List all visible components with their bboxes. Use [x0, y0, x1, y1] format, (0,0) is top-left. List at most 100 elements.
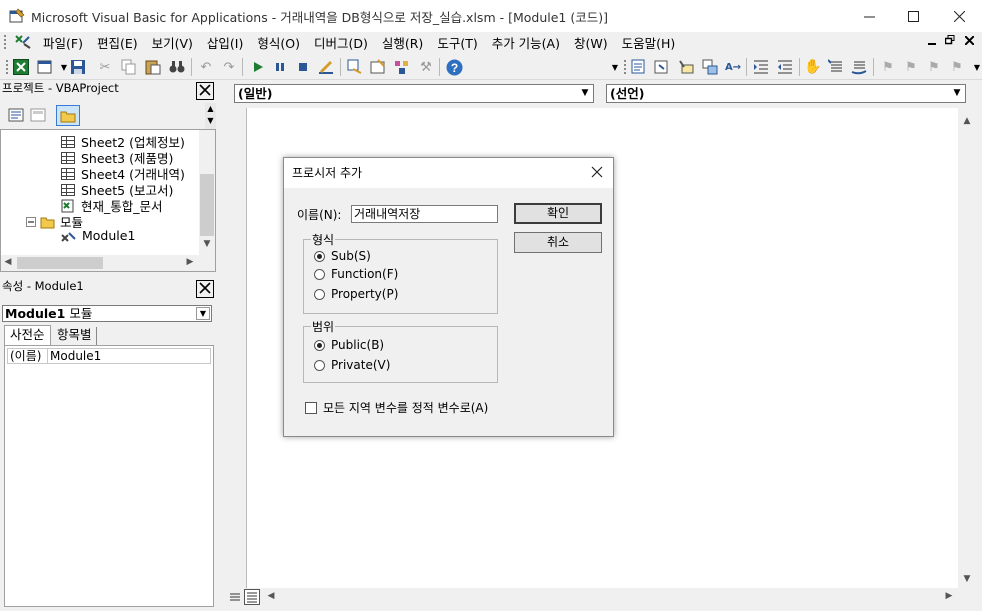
collapse-icon[interactable] [26, 216, 36, 227]
object-browser-icon[interactable] [393, 58, 411, 76]
radio-property[interactable]: Property(P) [314, 287, 398, 301]
code-vscrollbar[interactable]: ▲ ▼ [958, 112, 976, 588]
scroll-right-icon[interactable]: ▶ [942, 591, 956, 601]
outdent-icon[interactable] [776, 58, 794, 76]
properties-panel-close-button[interactable] [196, 280, 214, 298]
toggle-bookmark-icon[interactable]: ⚑ [879, 58, 897, 76]
tab-alphabetic[interactable]: 사전순 [4, 325, 51, 345]
excel-view-icon[interactable] [14, 34, 32, 50]
scroll-left-icon[interactable]: ◀ [1, 257, 15, 267]
code-hscrollbar[interactable]: ◀ ▶ [262, 589, 958, 605]
procedure-combo[interactable]: (선언) ▼ [606, 84, 966, 103]
break-icon[interactable] [271, 58, 289, 76]
project-tree-hscrollbar[interactable]: ◀ ▶ [1, 255, 215, 271]
mdi-minimize-button[interactable] [924, 34, 940, 50]
ok-button[interactable]: 확인 [514, 203, 602, 224]
static-variables-checkbox[interactable]: 모든 지역 변수를 정적 변수로(A) [305, 399, 488, 416]
procedure-view-icon[interactable] [228, 590, 242, 604]
object-combo[interactable]: (일반) ▼ [234, 84, 594, 103]
radio-private[interactable]: Private(V) [314, 358, 390, 372]
property-row[interactable]: (이름) Module1 [7, 348, 211, 364]
maximize-button[interactable] [890, 0, 936, 32]
paste-icon[interactable] [144, 58, 162, 76]
full-module-view-icon[interactable] [244, 589, 260, 605]
clear-bookmarks-icon[interactable]: ⚑ [948, 58, 966, 76]
procedure-name-input[interactable]: 거래내역저장 [351, 205, 498, 223]
chevron-down-icon[interactable]: ▼ [577, 85, 593, 102]
menu-view[interactable]: 보기(V) [145, 33, 200, 52]
dialog-close-button[interactable] [587, 163, 607, 183]
menu-format[interactable]: 형식(O) [250, 33, 307, 52]
menu-help[interactable]: 도움말(H) [615, 33, 683, 52]
menu-window[interactable]: 창(W) [567, 33, 615, 52]
quick-info-icon[interactable] [677, 58, 695, 76]
scroll-thumb[interactable] [200, 174, 214, 236]
radio-function[interactable]: Function(F) [314, 267, 398, 281]
mdi-restore-button[interactable] [942, 34, 958, 50]
tree-item-module1[interactable]: Module1 [61, 228, 135, 243]
menu-run[interactable]: 실행(R) [375, 33, 430, 52]
run-icon[interactable] [249, 58, 267, 76]
radio-public[interactable]: Public(B) [314, 338, 384, 352]
reset-icon[interactable] [294, 58, 312, 76]
tab-categorized[interactable]: 항목별 [53, 327, 97, 345]
menu-grip[interactable] [4, 35, 10, 49]
toolbar-options-icon[interactable]: ▼ [968, 58, 982, 76]
object-selector[interactable]: Module1 모듈 ▼ [2, 305, 212, 322]
undo-icon[interactable]: ↶ [197, 58, 215, 76]
comment-block-icon[interactable] [827, 58, 845, 76]
help-icon[interactable]: ? [445, 58, 463, 76]
design-mode-icon[interactable] [317, 58, 335, 76]
copy-icon[interactable] [120, 58, 138, 76]
indent-icon[interactable] [752, 58, 770, 76]
cancel-button[interactable]: 취소 [514, 232, 602, 253]
minimize-button[interactable] [846, 0, 892, 32]
project-explorer-icon[interactable] [346, 58, 364, 76]
scroll-right-icon[interactable]: ▶ [183, 257, 197, 267]
menu-bar: 파일(F) 편집(E) 보기(V) 삽입(I) 형식(O) 디버그(D) 실행(… [0, 32, 982, 52]
code-margin[interactable] [224, 108, 246, 588]
properties-window-icon[interactable] [369, 58, 387, 76]
list-properties-icon[interactable] [630, 58, 648, 76]
view-excel-icon[interactable] [12, 58, 30, 76]
close-window-button[interactable] [936, 0, 982, 32]
scroll-thumb[interactable] [17, 257, 103, 269]
redo-icon[interactable]: ↷ [220, 58, 238, 76]
project-toolbar-scroll[interactable]: ▲ ▼ [205, 103, 216, 129]
radio-label: Private(V) [331, 358, 391, 372]
complete-word-icon[interactable]: A→ [724, 58, 742, 76]
toolbar-options-icon[interactable]: ▼ [606, 58, 624, 76]
toolbox-icon[interactable]: ⚒ [417, 58, 435, 76]
next-bookmark-icon[interactable]: ⚑ [902, 58, 920, 76]
menu-file[interactable]: 파일(F) [36, 33, 90, 52]
find-icon[interactable] [168, 58, 186, 76]
project-panel-close-button[interactable] [196, 82, 214, 100]
save-icon[interactable] [69, 58, 87, 76]
tree-item-label: 현재_통합_문서 [81, 199, 163, 214]
project-tree-vscrollbar[interactable]: ▼ [199, 130, 215, 255]
menu-edit[interactable]: 편집(E) [90, 33, 145, 52]
scroll-thumb[interactable] [960, 132, 974, 572]
scroll-down-icon[interactable]: ▼ [199, 239, 215, 249]
cut-icon[interactable]: ✂ [96, 58, 114, 76]
toggle-folders-button[interactable] [56, 105, 80, 126]
menu-tools[interactable]: 도구(T) [430, 33, 484, 52]
menu-debug[interactable]: 디버그(D) [307, 33, 375, 52]
scroll-down-icon[interactable]: ▼ [958, 574, 976, 584]
radio-sub[interactable]: Sub(S) [314, 249, 371, 263]
uncomment-block-icon[interactable] [850, 58, 868, 76]
chevron-down-icon[interactable]: ▼ [196, 307, 210, 320]
insert-userform-icon[interactable] [36, 58, 54, 76]
scroll-up-icon[interactable]: ▲ [958, 116, 976, 126]
mdi-close-button[interactable] [961, 34, 977, 50]
toggle-breakpoint-icon[interactable]: ✋ [804, 58, 822, 76]
view-object-icon[interactable] [30, 108, 48, 124]
view-code-icon[interactable] [8, 108, 26, 124]
previous-bookmark-icon[interactable]: ⚑ [925, 58, 943, 76]
scroll-left-icon[interactable]: ◀ [264, 591, 278, 601]
chevron-down-icon[interactable]: ▼ [949, 85, 965, 102]
parameter-info-icon[interactable] [701, 58, 719, 76]
menu-addins[interactable]: 추가 기능(A) [485, 33, 567, 52]
menu-insert[interactable]: 삽입(I) [200, 33, 250, 52]
list-constants-icon[interactable] [653, 58, 671, 76]
